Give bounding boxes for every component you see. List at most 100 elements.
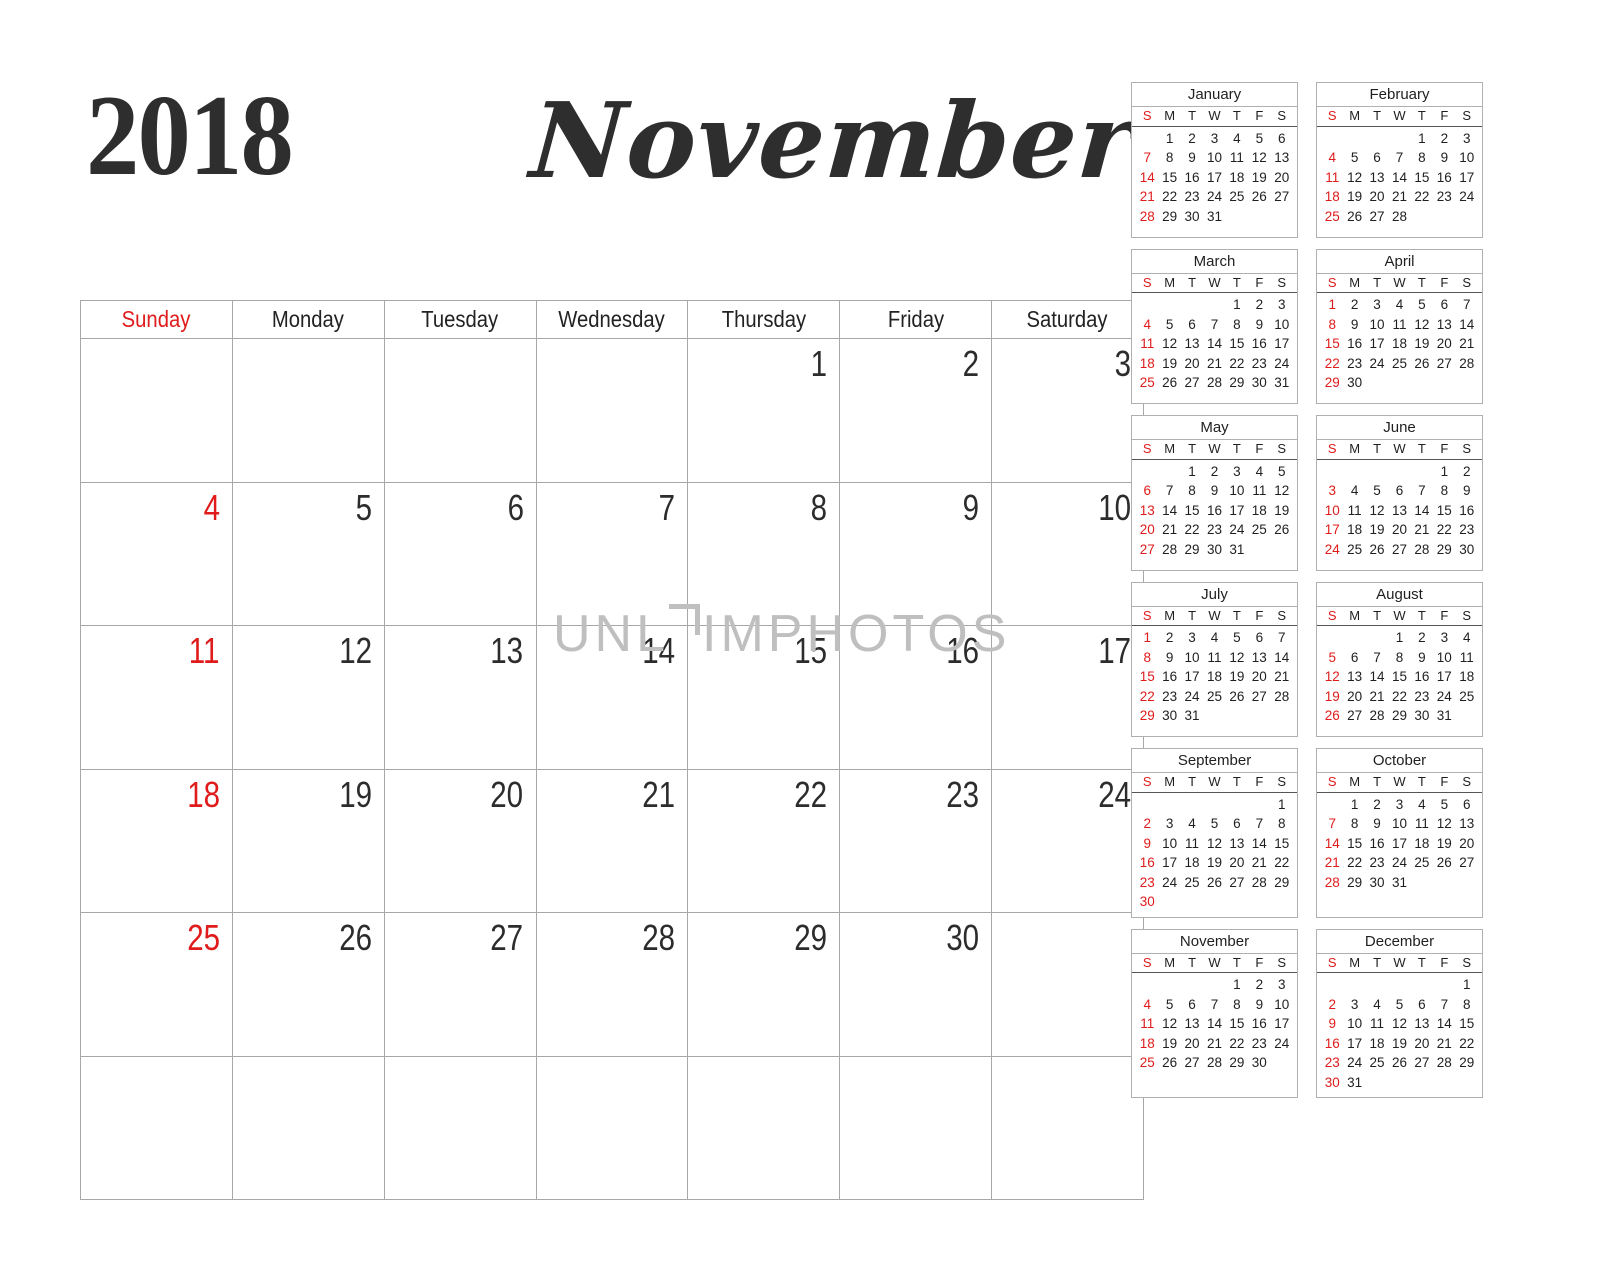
mini-day-4[interactable]: 4 (1203, 628, 1225, 648)
mini-day-13[interactable]: 13 (1136, 501, 1158, 521)
mini-day-9[interactable]: 9 (1433, 148, 1455, 168)
day-cell-3[interactable]: 3 (992, 339, 1144, 483)
mini-day-29[interactable]: 29 (1388, 706, 1410, 726)
mini-day-12[interactable]: 12 (1366, 501, 1388, 521)
mini-day-14[interactable]: 14 (1203, 1014, 1225, 1034)
mini-day-31[interactable]: 31 (1433, 706, 1455, 726)
mini-day-26[interactable]: 26 (1158, 1053, 1180, 1073)
mini-day-12[interactable]: 12 (1203, 834, 1225, 854)
mini-day-17[interactable]: 17 (1343, 1034, 1365, 1054)
mini-day-18[interactable]: 18 (1248, 501, 1270, 521)
mini-day-17[interactable]: 17 (1158, 853, 1180, 873)
mini-day-22[interactable]: 22 (1388, 687, 1410, 707)
mini-day-10[interactable]: 10 (1366, 315, 1388, 335)
mini-day-1[interactable]: 1 (1321, 295, 1343, 315)
day-cell-1[interactable]: 1 (688, 339, 841, 483)
mini-day-9[interactable]: 9 (1343, 315, 1365, 335)
mini-day-3[interactable]: 3 (1456, 129, 1478, 149)
mini-day-6[interactable]: 6 (1136, 481, 1158, 501)
mini-day-15[interactable]: 15 (1158, 168, 1180, 188)
mini-day-13[interactable]: 13 (1366, 168, 1388, 188)
day-cell-16[interactable]: 16 (840, 626, 993, 770)
mini-day-25[interactable]: 25 (1226, 187, 1248, 207)
mini-day-17[interactable]: 17 (1271, 334, 1293, 354)
mini-day-11[interactable]: 11 (1343, 501, 1365, 521)
day-cell-14[interactable]: 14 (536, 626, 689, 770)
mini-day-27[interactable]: 27 (1388, 540, 1410, 560)
mini-day-1[interactable]: 1 (1411, 129, 1433, 149)
mini-day-4[interactable]: 4 (1321, 148, 1343, 168)
mini-day-23[interactable]: 23 (1203, 520, 1225, 540)
mini-day-19[interactable]: 19 (1411, 334, 1433, 354)
mini-day-9[interactable]: 9 (1456, 481, 1478, 501)
mini-day-8[interactable]: 8 (1388, 648, 1410, 668)
mini-day-12[interactable]: 12 (1388, 1014, 1410, 1034)
mini-day-5[interactable]: 5 (1411, 295, 1433, 315)
mini-day-6[interactable]: 6 (1366, 148, 1388, 168)
mini-day-19[interactable]: 19 (1158, 1034, 1180, 1054)
mini-day-29[interactable]: 29 (1433, 540, 1455, 560)
mini-day-23[interactable]: 23 (1321, 1053, 1343, 1073)
mini-day-5[interactable]: 5 (1433, 795, 1455, 815)
day-cell-27[interactable]: 27 (384, 913, 537, 1057)
mini-day-2[interactable]: 2 (1136, 814, 1158, 834)
mini-day-14[interactable]: 14 (1321, 834, 1343, 854)
mini-day-4[interactable]: 4 (1411, 795, 1433, 815)
mini-calendar-march[interactable]: March S M T W T F S 1 2 3 4 5 6 7 8 9 10 11 12 13 14 15 16 17 18… (1131, 248, 1298, 404)
mini-day-8[interactable]: 8 (1321, 315, 1343, 335)
mini-day-31[interactable]: 31 (1343, 1073, 1365, 1093)
mini-day-1[interactable]: 1 (1388, 628, 1410, 648)
mini-day-7[interactable]: 7 (1411, 481, 1433, 501)
mini-day-20[interactable]: 20 (1456, 834, 1478, 854)
mini-day-8[interactable]: 8 (1456, 995, 1478, 1015)
mini-day-28[interactable]: 28 (1271, 687, 1293, 707)
mini-day-27[interactable]: 27 (1181, 1053, 1203, 1073)
mini-day-22[interactable]: 22 (1158, 187, 1180, 207)
mini-day-24[interactable]: 24 (1366, 354, 1388, 374)
mini-day-2[interactable]: 2 (1433, 129, 1455, 149)
mini-day-16[interactable]: 16 (1321, 1034, 1343, 1054)
mini-day-23[interactable]: 23 (1158, 687, 1180, 707)
mini-day-5[interactable]: 5 (1158, 995, 1180, 1015)
mini-day-20[interactable]: 20 (1136, 520, 1158, 540)
mini-day-26[interactable]: 26 (1226, 687, 1248, 707)
mini-day-6[interactable]: 6 (1456, 795, 1478, 815)
mini-day-14[interactable]: 14 (1366, 667, 1388, 687)
mini-day-29[interactable]: 29 (1158, 207, 1180, 227)
mini-day-8[interactable]: 8 (1433, 481, 1455, 501)
mini-day-2[interactable]: 2 (1343, 295, 1365, 315)
mini-day-14[interactable]: 14 (1136, 168, 1158, 188)
mini-day-14[interactable]: 14 (1433, 1014, 1455, 1034)
mini-day-24[interactable]: 24 (1388, 853, 1410, 873)
mini-day-3[interactable]: 3 (1271, 975, 1293, 995)
mini-day-21[interactable]: 21 (1321, 853, 1343, 873)
mini-day-28[interactable]: 28 (1136, 207, 1158, 227)
mini-day-9[interactable]: 9 (1366, 814, 1388, 834)
mini-day-23[interactable]: 23 (1343, 354, 1365, 374)
mini-day-15[interactable]: 15 (1388, 667, 1410, 687)
mini-day-7[interactable]: 7 (1321, 814, 1343, 834)
mini-day-18[interactable]: 18 (1226, 168, 1248, 188)
mini-day-22[interactable]: 22 (1226, 1034, 1248, 1054)
day-cell-7[interactable]: 7 (536, 482, 689, 626)
mini-day-3[interactable]: 3 (1271, 295, 1293, 315)
mini-day-26[interactable]: 26 (1366, 540, 1388, 560)
mini-day-2[interactable]: 2 (1456, 462, 1478, 482)
mini-day-25[interactable]: 25 (1388, 354, 1410, 374)
mini-day-19[interactable]: 19 (1271, 501, 1293, 521)
mini-day-27[interactable]: 27 (1366, 207, 1388, 227)
mini-day-11[interactable]: 11 (1321, 168, 1343, 188)
mini-day-17[interactable]: 17 (1226, 501, 1248, 521)
mini-day-6[interactable]: 6 (1343, 648, 1365, 668)
mini-day-15[interactable]: 15 (1321, 334, 1343, 354)
mini-day-5[interactable]: 5 (1343, 148, 1365, 168)
mini-day-19[interactable]: 19 (1388, 1034, 1410, 1054)
mini-day-25[interactable]: 25 (1321, 207, 1343, 227)
mini-day-5[interactable]: 5 (1321, 648, 1343, 668)
mini-day-23[interactable]: 23 (1366, 853, 1388, 873)
mini-day-13[interactable]: 13 (1181, 334, 1203, 354)
mini-day-29[interactable]: 29 (1226, 373, 1248, 393)
mini-day-19[interactable]: 19 (1366, 520, 1388, 540)
mini-day-11[interactable]: 11 (1366, 1014, 1388, 1034)
mini-day-6[interactable]: 6 (1388, 481, 1410, 501)
